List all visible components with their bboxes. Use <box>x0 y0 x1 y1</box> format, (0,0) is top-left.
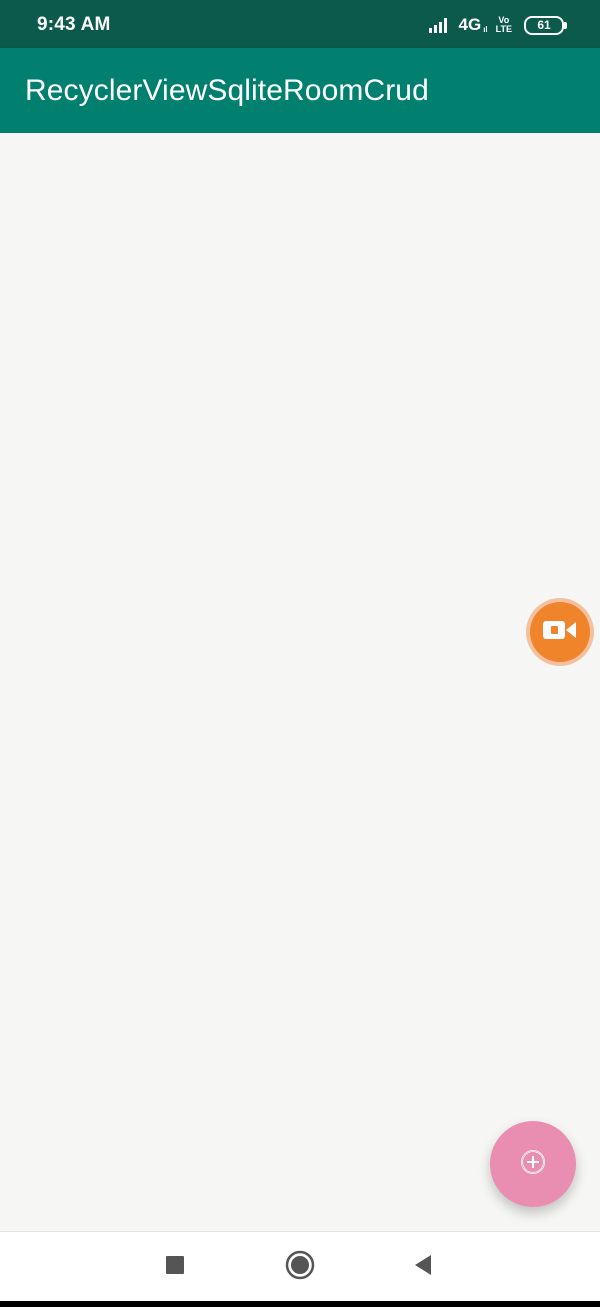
app-screen: 9:43 AM 4G ıl Vo LTE 61 RecyclerViewSqli… <box>0 0 600 1307</box>
volte-badge: Vo LTE <box>496 16 512 34</box>
app-title: RecyclerViewSqliteRoomCrud <box>25 74 429 107</box>
add-button[interactable] <box>490 1121 576 1207</box>
back-triangle-icon <box>413 1254 433 1281</box>
recorder-inner <box>530 602 590 662</box>
network-type: 4G <box>458 15 482 34</box>
battery-icon: 61 <box>524 15 567 35</box>
home-button[interactable] <box>285 1250 315 1285</box>
back-button[interactable] <box>408 1252 438 1282</box>
status-bar: 9:43 AM 4G ıl Vo LTE 61 <box>0 0 600 48</box>
screen-recorder-bubble[interactable] <box>526 598 594 666</box>
volte-bottom: LTE <box>495 24 512 34</box>
status-indicators: 4G ıl Vo LTE 61 <box>428 12 567 38</box>
add-circle-icon <box>519 1148 547 1181</box>
network-activity: ıl <box>483 24 488 34</box>
video-camera-icon <box>542 618 578 647</box>
app-toolbar: RecyclerViewSqliteRoomCrud <box>0 48 600 133</box>
battery-level: 61 <box>537 18 551 32</box>
signal-icon <box>428 16 451 34</box>
home-circle-icon <box>285 1250 315 1285</box>
recents-button[interactable] <box>160 1252 190 1282</box>
navigation-bar <box>0 1231 600 1302</box>
screen-bottom-edge <box>0 1301 600 1307</box>
recycler-view[interactable] <box>0 133 600 1231</box>
status-time: 9:43 AM <box>37 14 111 35</box>
recents-square-icon <box>165 1255 185 1280</box>
